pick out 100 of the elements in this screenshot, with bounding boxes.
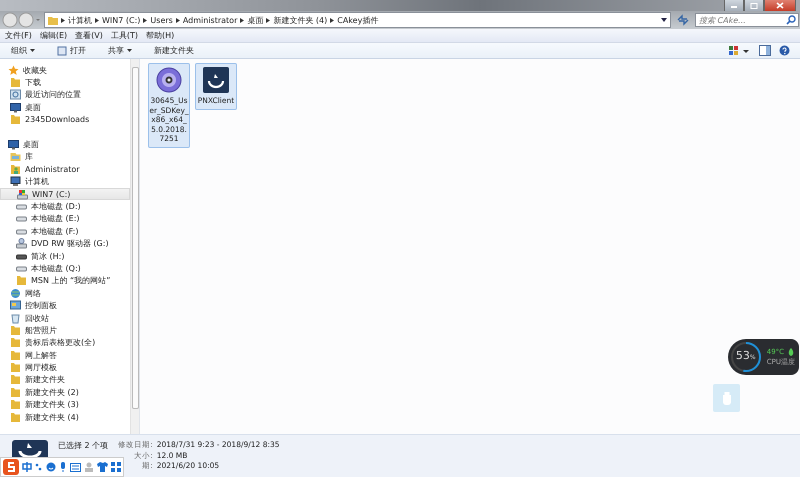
tree-item[interactable]: MSN 上的 “我的网站” [0,274,130,288]
trash-bin-icon [10,312,21,324]
tree-item[interactable]: 回收站 [0,312,130,324]
emoji-icon [46,462,56,472]
tree-item[interactable]: 库 [0,150,130,164]
toolbar-button[interactable]: 打开 [54,44,89,57]
logo-icon [3,459,19,475]
person-icon [84,462,94,472]
scrollbar[interactable] [130,59,139,434]
tree-item[interactable]: 本地磁盘 (F:) [0,225,130,238]
tree-item[interactable]: 贵标后表格更改(全) [0,336,130,349]
search-field[interactable]: 搜索 CAke... [695,13,799,27]
chevron-icon [240,18,244,22]
selection-summary: 已选择 2 个项 [58,440,108,451]
caret-icon [127,49,132,52]
view-options-icon[interactable] [729,46,751,56]
microphone-icon [59,462,67,472]
tree-item[interactable]: 船营照片 [0,324,130,337]
star-icon [8,64,19,76]
help-icon[interactable] [779,45,790,56]
menu-item[interactable]: 工具(T) [110,30,138,41]
search-icon [786,15,796,25]
tree-item[interactable]: 2345Downloads [0,114,130,126]
chevron-icon [266,18,270,22]
window-icon [57,46,67,56]
shirt-icon [97,462,108,472]
close-icon [776,2,784,9]
maximize-icon [750,2,758,8]
folder-icon [10,350,21,361]
tree-item[interactable]: 网上解答 [0,348,130,362]
chevron-icon [61,18,65,22]
tree-item[interactable]: 桌面 [0,101,130,114]
tree-item[interactable]: 最近访问的位置 [0,88,130,102]
breadcrumb-item[interactable]: Administrator [182,16,238,24]
address-bar[interactable]: 计算机 WIN7 (C:) Users Administrator 桌面 新建文件夹 (4) CAkey插件 [44,12,671,28]
tree-item[interactable]: 网厅模板 [0,361,130,374]
toolbar-button[interactable]: 组织 [8,44,38,57]
input-method-toolbar[interactable] [0,457,124,477]
maximize-button[interactable] [744,0,764,12]
globe-icon [10,288,21,299]
tree-item[interactable]: WIN7 (C:) [0,188,130,200]
tree-item[interactable]: 新建文件夹 (4) [0,410,130,424]
folder-icon [10,114,21,126]
caret-icon[interactable] [661,18,667,22]
preview-pane-icon[interactable] [759,45,771,56]
tree-item[interactable]: 收藏夹 [0,64,130,76]
breadcrumb-item[interactable]: 新建文件夹 (4) [273,14,328,26]
menu-item[interactable]: 帮助(H) [146,30,174,41]
folder-icon [10,362,21,374]
menu-item[interactable]: 编辑(E) [40,30,68,41]
grid-icon [111,462,121,472]
keyboard-icon [70,462,81,472]
tree-item[interactable]: 控制面板 [0,299,130,312]
folder-icon [48,15,58,25]
tree-item[interactable]: 计算机 [0,176,130,188]
caret-icon [30,49,35,52]
monitor-icon [10,102,21,113]
leaf-icon [788,348,794,356]
disc-icon [156,67,182,93]
library-icon [10,151,21,162]
panel-icon [10,300,21,312]
tree-item[interactable]: 新建文件夹 [0,374,130,386]
tree-item[interactable]: 新建文件夹 (3) [0,398,130,411]
close-button[interactable] [764,0,796,12]
folder-icon [10,399,21,410]
breadcrumb-item[interactable]: CAkey插件 [337,14,378,26]
chevron-icon [330,18,334,22]
breadcrumb-item[interactable]: 计算机 [68,14,92,26]
folder-icon [10,386,21,398]
usb-drive-icon [720,391,732,405]
tree-item[interactable]: 本地磁盘 (E:) [0,212,130,226]
language-icon [22,462,32,472]
tree-item[interactable]: 本地磁盘 (Q:) [0,262,130,275]
folder-icon [10,412,21,423]
folder-icon [10,337,21,348]
tree-item[interactable]: DVD RW 驱动器 (G:) [0,237,130,250]
tree-item[interactable]: 下载 [0,76,130,89]
tree-item[interactable]: 网络 [0,287,130,300]
floating-tile[interactable] [713,384,740,412]
person-icon [10,164,21,175]
tree-item[interactable]: 新建文件夹 (2) [0,386,130,399]
folder-icon [10,77,21,88]
toolbar-button[interactable]: 共享 [105,44,135,57]
menu-item[interactable]: 查看(V) [75,30,103,41]
tree-item[interactable]: 本地磁盘 (D:) [0,200,130,213]
folder-icon [16,275,27,286]
refresh-icon[interactable] [675,13,691,27]
breadcrumb-item[interactable]: Users [150,16,173,24]
chevron-icon [143,18,148,22]
app-icon [203,67,229,93]
tree-item[interactable]: 桌面 [0,138,130,151]
breadcrumb-item[interactable]: WIN7 (C:) [102,16,140,24]
computer-icon [10,176,21,188]
minimize-button[interactable] [724,0,744,12]
tree-item[interactable]: 简冰 (H:) [0,250,130,262]
toolbar-button[interactable]: 新建文件夹 [151,44,197,57]
menu-item[interactable]: 文件(F) [5,30,32,41]
breadcrumb-item[interactable]: 桌面 [247,14,264,26]
hard-drive-icon [17,188,28,200]
tree-item[interactable]: Administrator [0,163,130,176]
